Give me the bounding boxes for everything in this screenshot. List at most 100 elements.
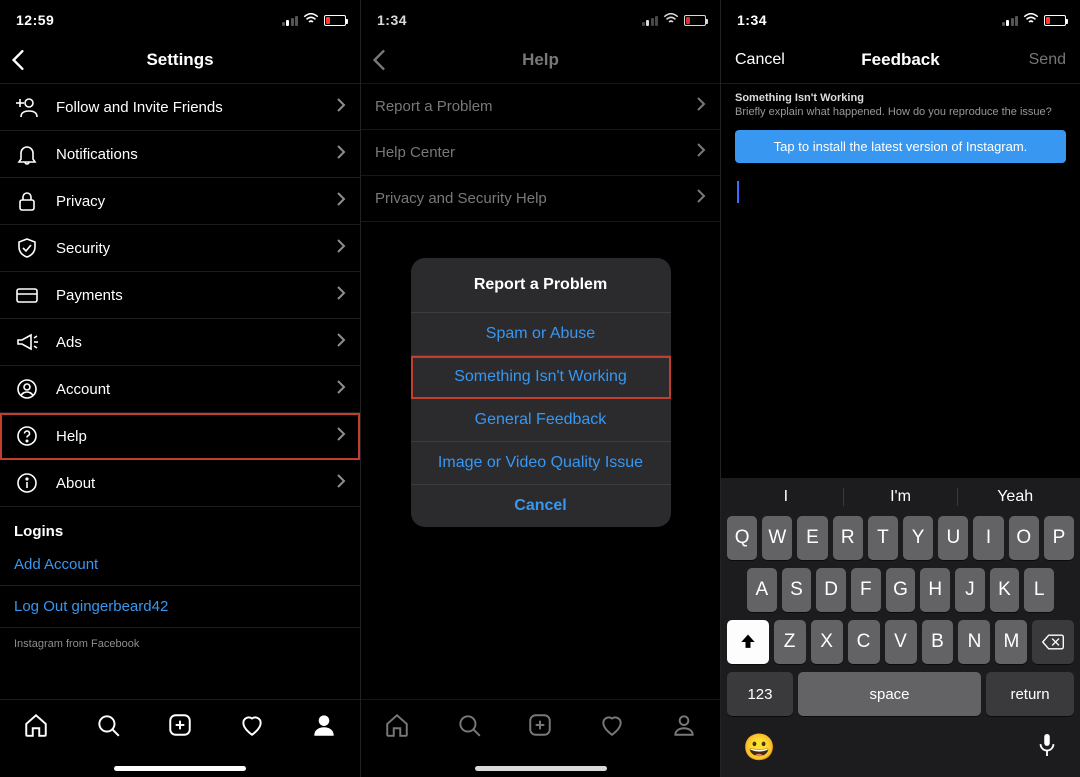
page-title: Settings	[146, 50, 213, 70]
tab-create[interactable]	[167, 712, 193, 743]
card-icon	[14, 283, 40, 307]
status-bar: 1:34	[721, 0, 1080, 36]
settings-item-about[interactable]: About	[0, 460, 360, 507]
key-row-2: A S D F G H J K L	[727, 568, 1074, 612]
settings-item-follow-invite[interactable]: Follow and Invite Friends	[0, 84, 360, 131]
dictation-button[interactable]	[1036, 732, 1058, 763]
logins-section-header: Logins	[0, 507, 360, 544]
battery-icon	[1044, 15, 1066, 26]
key-x[interactable]: X	[811, 620, 843, 664]
sheet-option-not-working[interactable]: Something Isn't Working	[411, 356, 671, 399]
key-123[interactable]: 123	[727, 672, 793, 716]
key-o[interactable]: O	[1009, 516, 1039, 560]
back-button[interactable]	[10, 36, 26, 83]
key-shift[interactable]	[727, 620, 769, 664]
keyboard-footer: 😀	[725, 724, 1076, 773]
add-account-link[interactable]: Add Account	[0, 544, 360, 586]
key-v[interactable]: V	[885, 620, 917, 664]
suggest-1[interactable]: I'm	[844, 488, 959, 506]
sheet-option-feedback[interactable]: General Feedback	[411, 399, 671, 442]
key-n[interactable]: N	[958, 620, 990, 664]
key-t[interactable]: T	[868, 516, 898, 560]
screen-feedback: 1:34 Cancel Feedback Send Something Isn'…	[720, 0, 1080, 777]
person-plus-icon	[14, 95, 40, 119]
account-icon	[14, 377, 40, 401]
feedback-title: Something Isn't Working	[735, 92, 1066, 104]
key-m[interactable]: M	[995, 620, 1027, 664]
key-g[interactable]: G	[886, 568, 916, 612]
row-label: Help	[56, 428, 320, 445]
key-delete[interactable]	[1032, 620, 1074, 664]
nav-header: Settings	[0, 36, 360, 84]
suggest-0[interactable]: I	[729, 488, 844, 506]
key-q[interactable]: Q	[727, 516, 757, 560]
suggest-2[interactable]: Yeah	[958, 488, 1072, 506]
settings-item-account[interactable]: Account	[0, 366, 360, 413]
screen-help: 1:34 Help Report a Problem Help Center P…	[360, 0, 720, 777]
settings-item-help[interactable]: Help	[0, 413, 360, 460]
bell-icon	[14, 142, 40, 166]
key-space[interactable]: space	[798, 672, 981, 716]
key-h[interactable]: H	[920, 568, 950, 612]
feedback-body: Something Isn't Working Briefly explain …	[721, 84, 1080, 203]
bottom-tabbar	[0, 699, 360, 777]
key-s[interactable]: S	[782, 568, 812, 612]
logout-link[interactable]: Log Out gingerbeard42	[0, 586, 360, 628]
wifi-icon	[1023, 13, 1039, 27]
key-l[interactable]: L	[1024, 568, 1054, 612]
tab-activity[interactable]	[239, 712, 265, 743]
row-label: Notifications	[56, 146, 320, 163]
key-p[interactable]: P	[1044, 516, 1074, 560]
row-label: About	[56, 475, 320, 492]
row-label: Account	[56, 381, 320, 398]
row-label: Privacy	[56, 193, 320, 210]
key-a[interactable]: A	[747, 568, 777, 612]
sheet-cancel[interactable]: Cancel	[411, 485, 671, 527]
status-icons	[282, 13, 347, 27]
chevron-right-icon	[336, 379, 346, 400]
send-button[interactable]: Send	[1029, 51, 1066, 69]
textarea-cursor[interactable]	[737, 181, 739, 203]
sheet-title: Report a Problem	[411, 258, 671, 313]
settings-item-notifications[interactable]: Notifications	[0, 131, 360, 178]
tab-profile[interactable]	[311, 712, 337, 743]
sheet-option-spam[interactable]: Spam or Abuse	[411, 313, 671, 356]
key-w[interactable]: W	[762, 516, 792, 560]
key-j[interactable]: J	[955, 568, 985, 612]
key-z[interactable]: Z	[774, 620, 806, 664]
key-i[interactable]: I	[973, 516, 1003, 560]
keyboard: I I'm Yeah Q W E R T Y U I O P A S D F G…	[721, 478, 1080, 777]
key-u[interactable]: U	[938, 516, 968, 560]
key-e[interactable]: E	[797, 516, 827, 560]
page-title: Feedback	[861, 50, 939, 70]
key-row-1: Q W E R T Y U I O P	[727, 516, 1074, 560]
settings-item-security[interactable]: Security	[0, 225, 360, 272]
settings-item-privacy[interactable]: Privacy	[0, 178, 360, 225]
row-label: Ads	[56, 334, 320, 351]
status-time: 12:59	[16, 12, 54, 28]
key-c[interactable]: C	[848, 620, 880, 664]
settings-item-ads[interactable]: Ads	[0, 319, 360, 366]
signal-icon	[282, 15, 299, 26]
emoji-button[interactable]: 😀	[743, 732, 775, 763]
key-b[interactable]: B	[922, 620, 954, 664]
megaphone-icon	[14, 330, 40, 354]
key-y[interactable]: Y	[903, 516, 933, 560]
cancel-button[interactable]: Cancel	[735, 51, 785, 69]
lock-icon	[14, 189, 40, 213]
settings-item-payments[interactable]: Payments	[0, 272, 360, 319]
key-f[interactable]: F	[851, 568, 881, 612]
help-icon	[14, 424, 40, 448]
key-return[interactable]: return	[986, 672, 1074, 716]
keyboard-suggestions: I I'm Yeah	[725, 488, 1076, 516]
home-indicator[interactable]	[114, 766, 246, 771]
key-r[interactable]: R	[833, 516, 863, 560]
tab-search[interactable]	[95, 712, 121, 743]
key-k[interactable]: K	[990, 568, 1020, 612]
tab-home[interactable]	[23, 712, 49, 743]
update-banner[interactable]: Tap to install the latest version of Ins…	[735, 130, 1066, 163]
wifi-icon	[303, 13, 319, 27]
key-d[interactable]: D	[816, 568, 846, 612]
sheet-option-quality[interactable]: Image or Video Quality Issue	[411, 442, 671, 485]
chevron-right-icon	[336, 332, 346, 353]
